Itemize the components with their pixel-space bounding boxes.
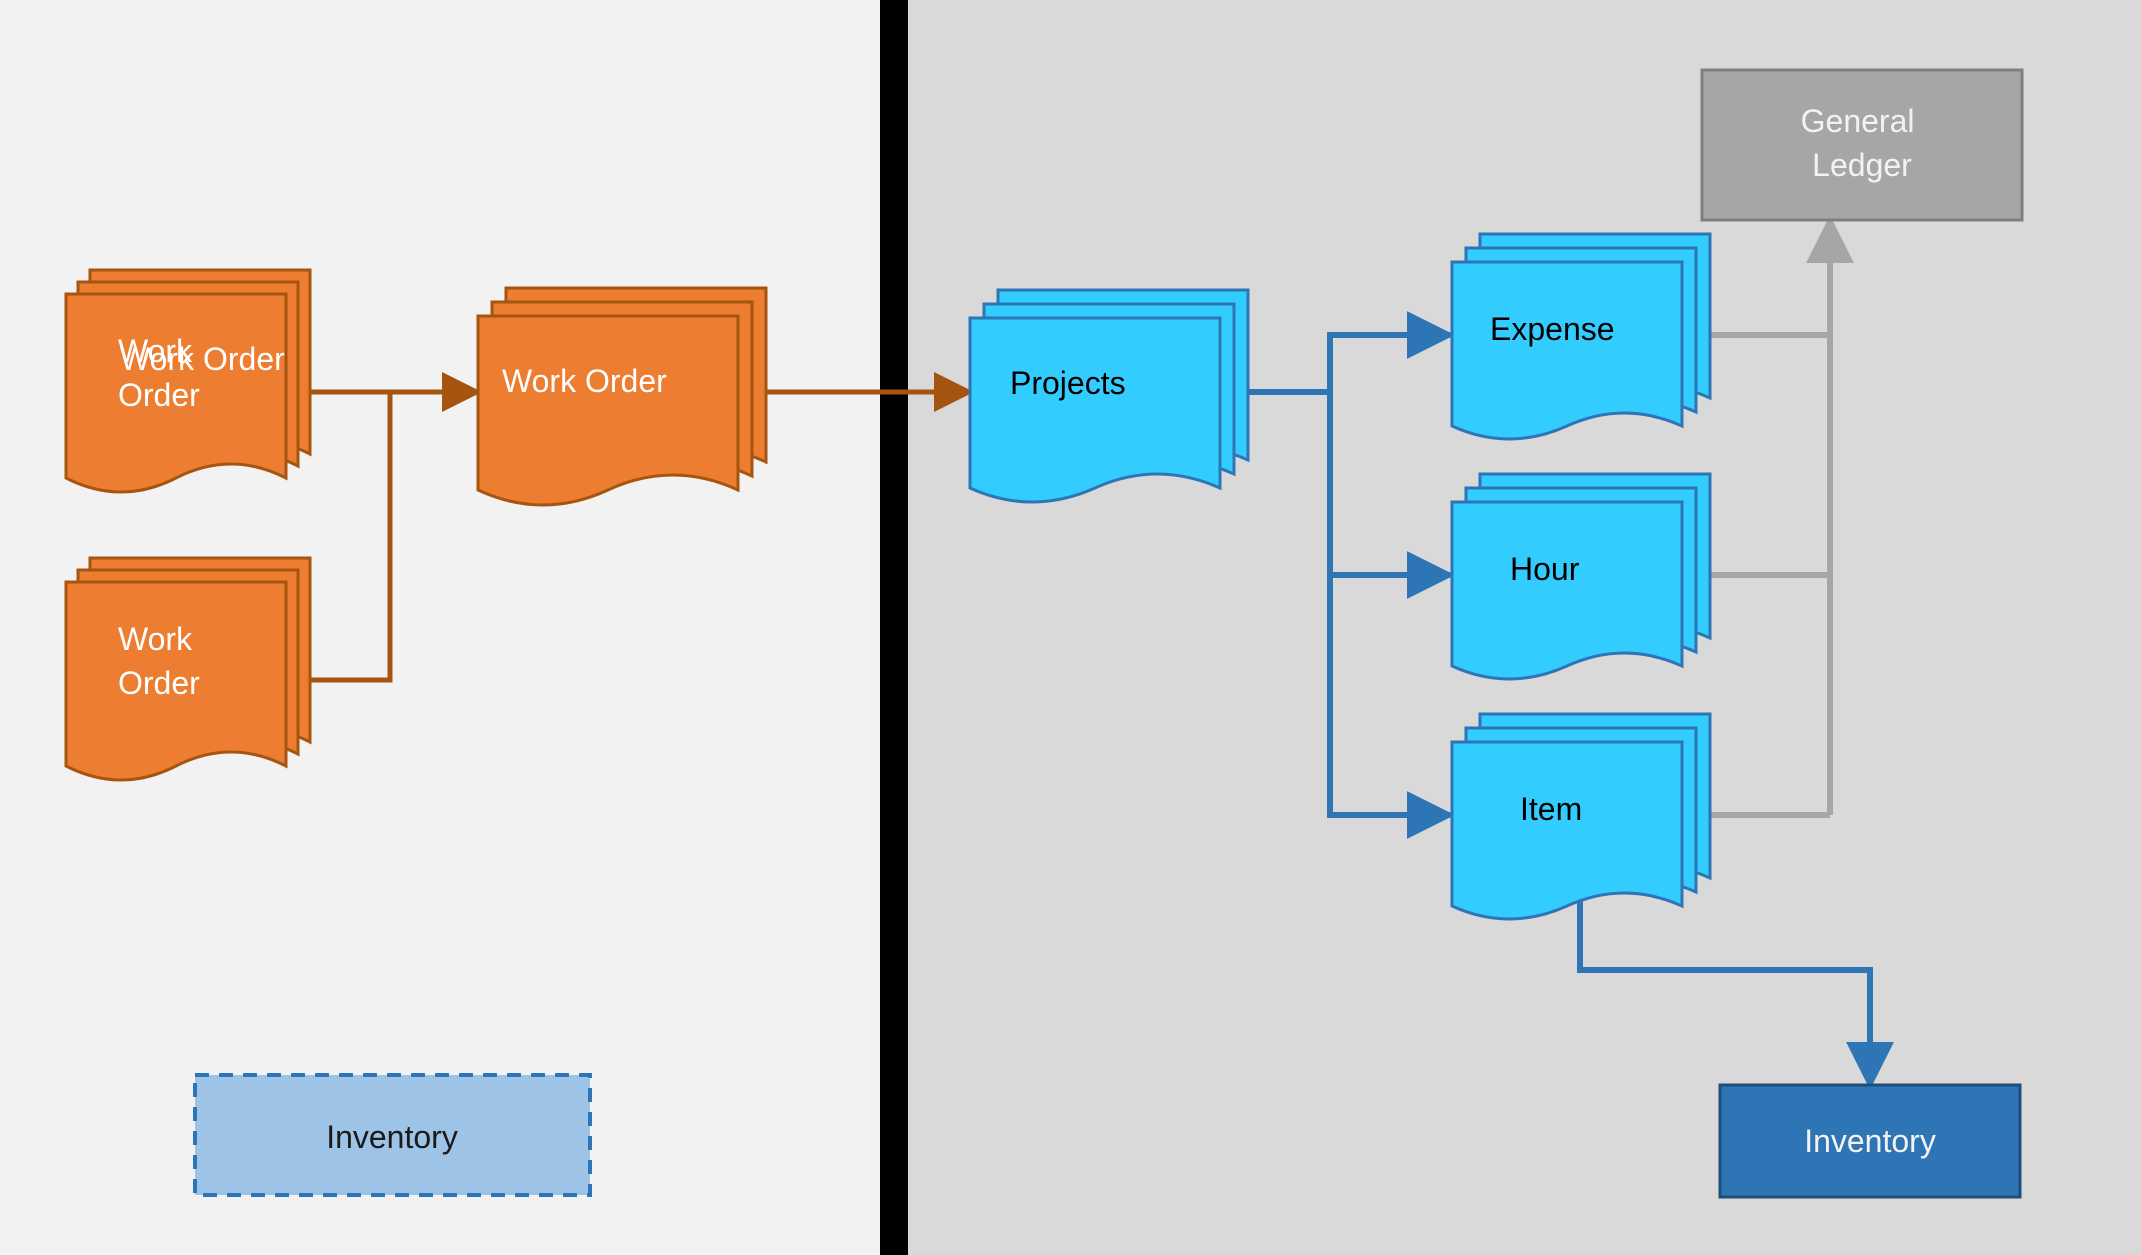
connectors-to-gl bbox=[1705, 220, 1830, 815]
gl-label-1: General bbox=[1801, 103, 1915, 139]
hour-stack: Hour bbox=[1452, 474, 1710, 679]
general-ledger-box: General Ledger bbox=[1702, 70, 2022, 220]
inventory-placeholder-label: Inventory bbox=[326, 1119, 458, 1155]
inventory-placeholder: Inventory bbox=[195, 1075, 590, 1195]
item-label: Item bbox=[1520, 791, 1582, 827]
connector-item-inventory bbox=[1580, 900, 1870, 1085]
diagram-svg: Work Order Work Order Work Order Work bbox=[0, 0, 2141, 1255]
gl-label-2: Ledger bbox=[1812, 147, 1912, 183]
inventory-box: Inventory bbox=[1720, 1085, 2020, 1197]
hour-label: Hour bbox=[1510, 551, 1580, 587]
work-order-main-label: Work Order bbox=[502, 363, 667, 399]
connectors-projects-children bbox=[1225, 335, 1450, 815]
work-order-stack-bottom: Work Order bbox=[66, 558, 310, 780]
connectors-left bbox=[310, 392, 478, 680]
inventory-label: Inventory bbox=[1804, 1123, 1936, 1159]
expense-stack: Expense bbox=[1452, 234, 1710, 439]
expense-label: Expense bbox=[1490, 311, 1615, 347]
item-stack: Item bbox=[1452, 714, 1710, 919]
work-order-stack-top: Work Order bbox=[0, 0, 310, 492]
projects-stack: Projects bbox=[970, 290, 1248, 502]
diagram-canvas: { "left": { "work_order_stack_top": "Wor… bbox=[0, 0, 2141, 1255]
projects-label: Projects bbox=[1010, 365, 1126, 401]
work-order-main: Work Order bbox=[478, 288, 766, 505]
